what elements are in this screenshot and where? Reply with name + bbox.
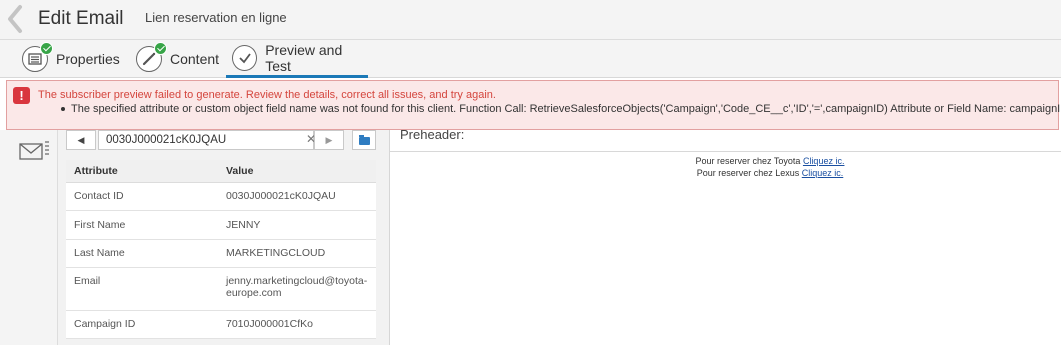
attribute-value: 7010J000001CfKo (218, 310, 376, 339)
browse-subscribers-button[interactable] (352, 130, 376, 150)
alert-title: The subscriber preview failed to generat… (38, 89, 496, 101)
bullet (61, 107, 65, 111)
attribute-name: Last Name (66, 239, 218, 268)
attribute-name: Contact ID (66, 182, 218, 211)
tab-preview-and-test[interactable]: Preview and Test (226, 40, 368, 78)
tab-bar: Properties Content Preview and Test (0, 40, 1061, 78)
page-header: Edit Email Lien reservation en ligne (0, 0, 1061, 40)
tab-label: Content (170, 51, 220, 67)
email-text: Pour reserver chez Lexus (696, 168, 800, 178)
error-alert: ! The subscriber preview failed to gener… (6, 80, 1061, 130)
divider (390, 151, 1061, 152)
error-icon: ! (13, 87, 30, 104)
email-preview-icon[interactable] (18, 136, 50, 166)
attribute-name: Email (66, 267, 218, 311)
table-row: Email jenny.marketingcloud@toyota-europe… (66, 267, 376, 311)
email-body-line: Pour reserver chez Toyota Cliquez ic. (590, 156, 950, 166)
table-row: Last Name MARKETINGCLOUD (66, 239, 376, 268)
attribute-name: First Name (66, 210, 218, 240)
subscriber-panel: ◀ 0030J000021cK0JQAU ✕ ▶ Attribute Value… (58, 130, 390, 345)
complete-check-icon (154, 42, 167, 55)
arrow-right-icon: ▶ (325, 134, 333, 145)
subscriber-navigator: ◀ 0030J000021cK0JQAU ✕ ▶ (66, 130, 376, 150)
tab-label: Preview and Test (265, 41, 343, 74)
attribute-value: 0030J000021cK0JQAU (218, 182, 376, 211)
toyota-booking-link[interactable]: Cliquez ic. (803, 156, 845, 166)
attribute-value: JENNY (218, 210, 376, 240)
properties-icon (22, 42, 53, 72)
lexus-booking-link[interactable]: Cliquez ic. (802, 168, 844, 178)
table-row: Campaign ID 7010J000001CfKo (66, 310, 376, 339)
column-header-value: Value (218, 160, 376, 183)
alert-detail: The specified attribute or custom object… (71, 103, 1061, 115)
table-header-row: Attribute Value (66, 160, 376, 183)
page-title: Edit Email (38, 8, 124, 29)
previous-subscriber-button[interactable]: ◀ (66, 130, 96, 150)
next-subscriber-button[interactable]: ▶ (314, 130, 344, 150)
folder-icon (359, 135, 370, 145)
checkmark-icon (232, 44, 258, 71)
back-arrow-icon[interactable] (6, 4, 26, 34)
column-header-attribute: Attribute (66, 160, 218, 183)
arrow-left-icon: ◀ (77, 134, 85, 145)
attribute-value: MARKETINGCLOUD (218, 239, 376, 268)
email-text: Pour reserver chez Toyota (695, 156, 801, 166)
email-preview-pane: Preheader: Pour reserver chez Toyota Cli… (390, 127, 1061, 345)
left-rail (0, 130, 58, 345)
complete-check-icon (40, 42, 53, 55)
attribute-value: jenny.marketingcloud@toyota-europe.com (218, 267, 376, 311)
email-body-line: Pour reserver chez Lexus Cliquez ic. (590, 168, 950, 178)
subscriber-id-input[interactable]: 0030J000021cK0JQAU (98, 130, 314, 150)
attribute-name: Campaign ID (66, 310, 218, 339)
tab-label: Properties (56, 51, 120, 67)
tab-properties[interactable]: Properties (22, 40, 120, 78)
table-row: Contact ID 0030J000021cK0JQAU (66, 182, 376, 211)
content-icon (136, 42, 167, 72)
table-row: First Name JENNY (66, 210, 376, 240)
tab-content[interactable]: Content (136, 40, 219, 78)
email-name: Lien reservation en ligne (145, 10, 287, 25)
subscriber-attributes-table: Attribute Value Contact ID 0030J000021cK… (66, 160, 376, 339)
